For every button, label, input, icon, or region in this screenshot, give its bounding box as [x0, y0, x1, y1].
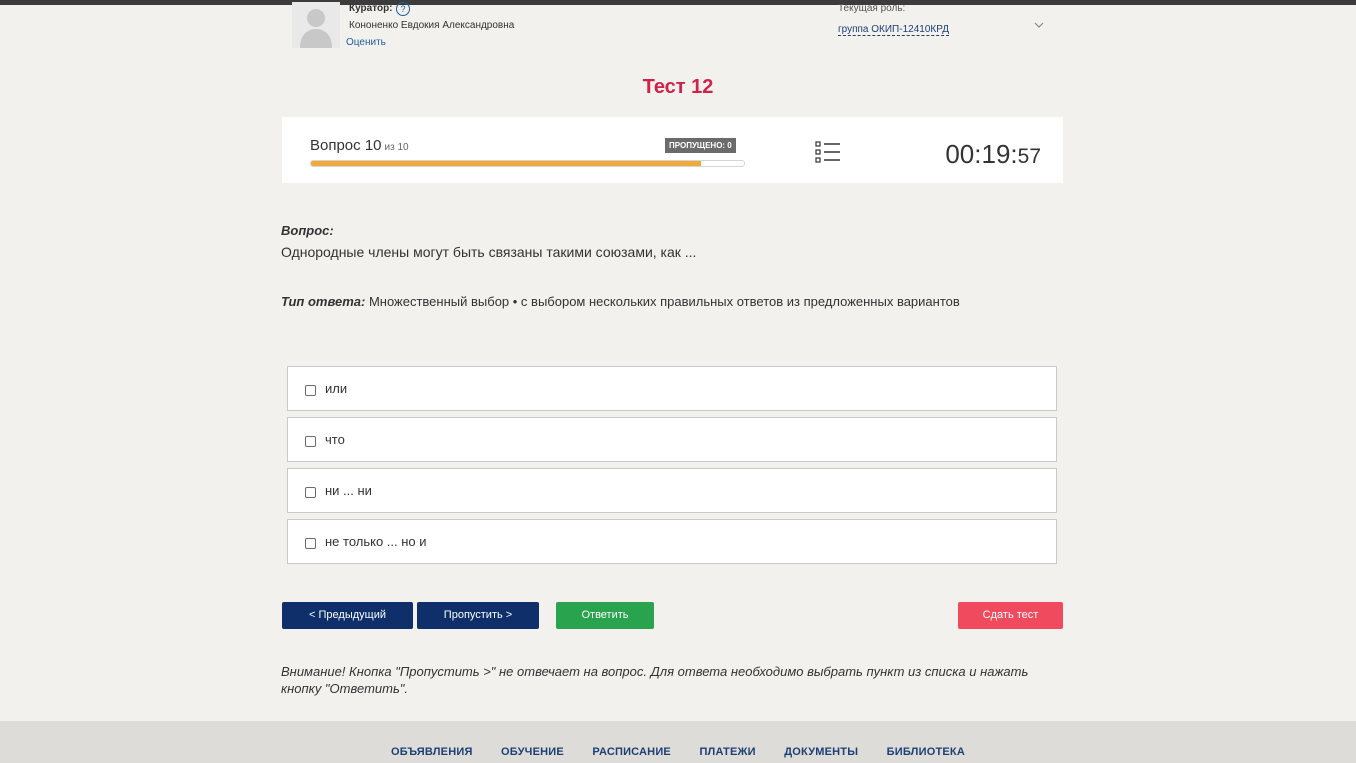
skipped-badge: ПРОПУЩЕНО: 0: [665, 138, 736, 153]
footer-link-schedule[interactable]: РАСПИСАНИЕ: [592, 746, 671, 758]
progress-bar: [310, 160, 745, 167]
user-silhouette-icon: [300, 9, 332, 48]
submit-test-button[interactable]: Сдать тест: [958, 602, 1063, 629]
question-heading: Вопрос:: [281, 223, 334, 238]
footer-link-library[interactable]: БИБЛИОТЕКА: [887, 746, 965, 758]
skip-button[interactable]: Пропустить >: [417, 602, 539, 629]
curator-name: Кононенко Евдокия Александровна: [349, 20, 515, 31]
avatar: [292, 2, 340, 48]
timer-main: 00:19:: [945, 139, 1018, 169]
option-label: что: [325, 432, 345, 447]
answer-option[interactable]: ни ... ни: [287, 468, 1057, 513]
option-checkbox[interactable]: [305, 385, 316, 396]
timer-seconds: 57: [1017, 145, 1041, 168]
footer-link-documents[interactable]: ДОКУМЕНТЫ: [784, 746, 858, 758]
answer-type: Тип ответа: Множественный выбор • с выбо…: [281, 294, 960, 309]
curator-label: Куратор:: [349, 3, 393, 14]
rate-curator-link[interactable]: Оценить: [346, 37, 386, 48]
test-title: Тест 12: [642, 76, 714, 98]
answer-button[interactable]: Ответить: [556, 602, 654, 629]
question-number: Вопрос 10: [310, 137, 382, 154]
question-total: из 10: [384, 142, 409, 153]
option-label: или: [325, 381, 348, 396]
question-list-icon[interactable]: [815, 141, 841, 163]
footer-link-announcements[interactable]: ОБЪЯВЛЕНИЯ: [391, 746, 473, 758]
skip-warning: Внимание! Кнопка "Пропустить >" не отвеч…: [281, 664, 1029, 696]
footer-link-payments[interactable]: ПЛАТЕЖИ: [699, 746, 755, 758]
chevron-down-icon[interactable]: [1033, 19, 1045, 31]
answer-type-value: Множественный выбор • с выбором нескольк…: [368, 294, 960, 309]
role-label: Текущая роль:: [838, 3, 906, 14]
option-checkbox[interactable]: [305, 487, 316, 498]
question-circle-icon[interactable]: ?: [396, 2, 410, 16]
question-counter: Вопрос 10 из 10: [310, 137, 409, 154]
timer: 00:19:57: [945, 139, 1041, 170]
answer-option[interactable]: что: [287, 417, 1057, 462]
option-label: не только ... но и: [325, 534, 427, 549]
footer-link-education[interactable]: ОБУЧЕНИЕ: [501, 746, 564, 758]
top-bar: [0, 0, 1356, 5]
role-selector[interactable]: группа ОКИП-12410КРД: [838, 24, 949, 36]
answer-option[interactable]: не только ... но и: [287, 519, 1057, 564]
footer-nav: ОБЪЯВЛЕНИЯ ОБУЧЕНИЕ РАСПИСАНИЕ ПЛАТЕЖИ Д…: [0, 742, 1356, 760]
progress-panel: Вопрос 10 из 10 ПРОПУЩЕНО: 0 00:19:57: [282, 117, 1063, 183]
answer-option[interactable]: или: [287, 366, 1057, 411]
option-label: ни ... ни: [325, 483, 372, 498]
footer: ОБЪЯВЛЕНИЯ ОБУЧЕНИЕ РАСПИСАНИЕ ПЛАТЕЖИ Д…: [0, 721, 1356, 763]
question-text: Однородные члены могут быть связаны таки…: [281, 244, 697, 260]
answer-options: или что ни ... ни не только ... но и: [287, 366, 1057, 570]
option-checkbox[interactable]: [305, 538, 316, 549]
progress-bar-fill: [311, 161, 701, 166]
previous-button[interactable]: < Предыдущий: [282, 602, 413, 629]
option-checkbox[interactable]: [305, 436, 316, 447]
answer-type-label: Тип ответа:: [281, 294, 366, 309]
